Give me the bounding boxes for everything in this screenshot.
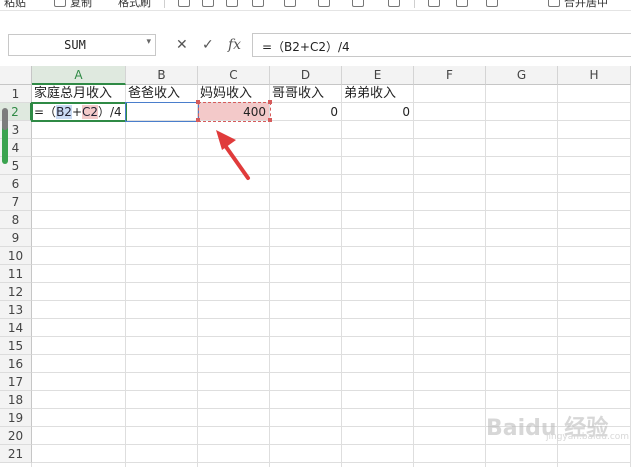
row-header-8[interactable]: 8 xyxy=(0,211,32,229)
text-size-icon[interactable] xyxy=(352,0,364,7)
formula-part-plus: + xyxy=(71,105,82,119)
select-all-corner[interactable] xyxy=(0,66,32,85)
cell-b1[interactable]: 爸爸收入 xyxy=(126,85,198,103)
formula-input[interactable]: =（B2+C2）/4 xyxy=(252,33,631,57)
column-header-h[interactable]: H xyxy=(558,66,631,85)
confirm-icon[interactable]: ✓ xyxy=(202,38,214,52)
copy-button[interactable]: 复制 xyxy=(70,0,92,10)
name-box-value: SUM xyxy=(64,38,86,52)
format-painter-button[interactable]: 格式刷 xyxy=(118,0,151,10)
formula-bar: SUM ▾ ✕ ✓ fx =（B2+C2）/4 xyxy=(0,28,631,62)
name-box[interactable]: SUM ▾ xyxy=(8,34,156,56)
row-header-13[interactable]: 13 xyxy=(0,301,32,319)
paste-button[interactable]: 粘贴 xyxy=(4,0,26,10)
row-header-15[interactable]: 15 xyxy=(0,337,32,355)
align-right-icon[interactable] xyxy=(486,0,498,7)
cell-c2[interactable]: 400 xyxy=(198,103,270,121)
cancel-icon[interactable]: ✕ xyxy=(176,38,188,52)
column-header-b[interactable]: B xyxy=(126,66,198,85)
italic-icon[interactable] xyxy=(202,0,214,7)
cell-d2[interactable]: 0 xyxy=(270,103,342,121)
column-header-a[interactable]: A xyxy=(32,66,126,85)
merge-center-button[interactable]: 合并居中 xyxy=(564,0,608,10)
row-header-9[interactable]: 9 xyxy=(0,229,32,247)
column-header-c[interactable]: C xyxy=(198,66,270,85)
row-header-10[interactable]: 10 xyxy=(0,247,32,265)
chevron-down-icon[interactable]: ▾ xyxy=(146,37,151,47)
formula-ref-b2: B2 xyxy=(56,105,72,119)
row-header-19[interactable]: 19 xyxy=(0,409,32,427)
formula-part-suffix: ）/4 xyxy=(98,105,122,119)
red-arrow-icon xyxy=(216,130,250,180)
underline-icon[interactable] xyxy=(226,0,238,7)
clear-icon[interactable] xyxy=(388,0,400,7)
cell-a2[interactable]: =（B2+C2）/4 xyxy=(32,103,126,121)
cell-e2[interactable]: 0 xyxy=(342,103,414,121)
formula-text: =（B2+C2）/4 xyxy=(262,40,350,54)
bold-icon[interactable] xyxy=(178,0,190,7)
column-header-d[interactable]: D xyxy=(270,66,342,85)
row-header-20[interactable]: 20 xyxy=(0,427,32,445)
cell-d1[interactable]: 哥哥收入 xyxy=(270,85,342,103)
watermark-url: jingyan.baidu.com xyxy=(546,432,630,442)
row-header-6[interactable]: 6 xyxy=(0,175,32,193)
copy-icon xyxy=(54,0,66,7)
cell-b2[interactable] xyxy=(126,103,198,121)
row-header-7[interactable]: 7 xyxy=(0,193,32,211)
vertical-scrollbar[interactable] xyxy=(2,108,8,164)
baidu-jingyan-watermark: Baidu 经验 jingyan.baidu.com xyxy=(486,402,630,442)
resize-handle[interactable] xyxy=(196,100,200,104)
row-header-18[interactable]: 18 xyxy=(0,391,32,409)
formula-ref-c2: C2 xyxy=(82,105,99,119)
fill-color-icon[interactable] xyxy=(284,0,296,7)
resize-handle[interactable] xyxy=(268,118,272,122)
row-header-16[interactable]: 16 xyxy=(0,355,32,373)
row-header-14[interactable]: 14 xyxy=(0,319,32,337)
align-left-icon[interactable] xyxy=(428,0,440,7)
column-header-f[interactable]: F xyxy=(414,66,486,85)
align-center-icon[interactable] xyxy=(456,0,468,7)
ribbon-toolbar: 粘贴 复制 格式刷 合并居中 xyxy=(0,0,631,11)
toolbar-divider xyxy=(164,0,165,8)
formula-part-prefix: =（ xyxy=(34,105,57,119)
font-color-icon[interactable] xyxy=(318,0,330,7)
row-header-1[interactable]: 1 xyxy=(0,85,32,103)
row-header-12[interactable]: 12 xyxy=(0,283,32,301)
column-header-g[interactable]: G xyxy=(486,66,558,85)
column-header-e[interactable]: E xyxy=(342,66,414,85)
cell-e1[interactable]: 弟弟收入 xyxy=(342,85,414,103)
row-header-11[interactable]: 11 xyxy=(0,265,32,283)
border-icon[interactable] xyxy=(252,0,264,7)
resize-handle[interactable] xyxy=(196,118,200,122)
insert-function-icon[interactable]: fx xyxy=(228,38,241,52)
cell-c1[interactable]: 妈妈收入 xyxy=(198,85,270,103)
toolbar-divider xyxy=(414,0,415,8)
cell-a1[interactable]: 家庭总月收入 xyxy=(32,85,126,103)
merge-icon[interactable] xyxy=(548,0,560,7)
row-header-21[interactable]: 21 xyxy=(0,445,32,463)
row-header-17[interactable]: 17 xyxy=(0,373,32,391)
resize-handle[interactable] xyxy=(268,100,272,104)
